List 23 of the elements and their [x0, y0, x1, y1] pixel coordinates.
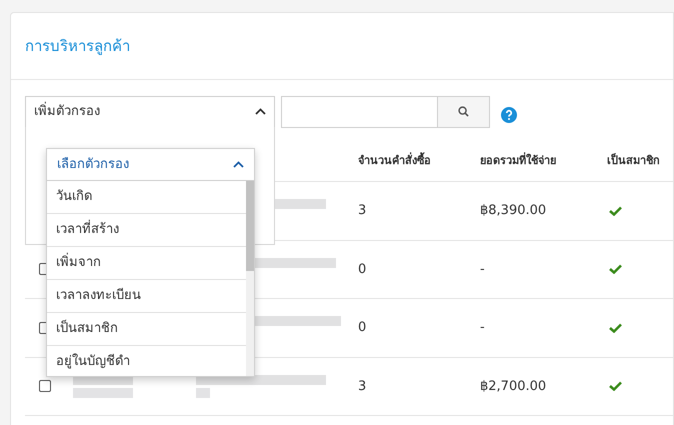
- column-header: ยอดรวมที่ใช้จ่าย: [480, 154, 556, 167]
- row-checkbox[interactable]: [39, 380, 51, 392]
- column-header: เป็นสมาชิก: [607, 154, 660, 167]
- blurred-text: [196, 388, 210, 398]
- help-icon[interactable]: [501, 106, 517, 122]
- search-icon: [458, 106, 469, 117]
- table-cell: 3: [358, 203, 366, 218]
- filter-select[interactable]: เลือกตัวกรอง: [46, 148, 255, 181]
- chevron-icon: [255, 108, 266, 115]
- table-cell: 0: [358, 262, 366, 276]
- chevron-icon: [233, 161, 244, 168]
- column-header: จำนวนคำสั่งซื้อ: [358, 154, 431, 167]
- table-cell: ฿8,390.00: [480, 203, 546, 218]
- page-title: การบริหารลูกค้า: [25, 36, 130, 57]
- table-cell: 0: [358, 320, 366, 335]
- blurred-text: [73, 388, 133, 398]
- search-field[interactable]: [281, 96, 438, 128]
- search-button[interactable]: [438, 96, 490, 128]
- scrollbar[interactable]: [246, 181, 254, 376]
- table-cell: 3: [358, 378, 366, 394]
- table-cell: ฿2,700.00: [480, 378, 546, 394]
- table-cell: -: [480, 262, 485, 276]
- table-cell: -: [480, 320, 485, 335]
